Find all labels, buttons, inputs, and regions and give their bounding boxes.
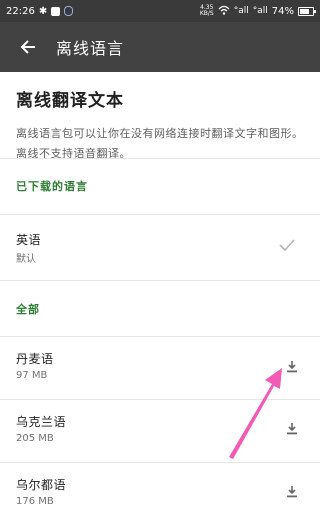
language-name: 英语 — [16, 233, 42, 247]
arrow-back-icon — [20, 40, 35, 54]
status-bar: 22:26 ✱ 4.35 KB/S °all °all 74% — [0, 0, 320, 22]
signal-label-2: °all — [252, 6, 268, 16]
language-size: 205 MB — [16, 433, 54, 444]
language-name: 丹麦语 — [16, 352, 54, 366]
language-size: 176 MB — [16, 496, 54, 507]
language-name: 乌尔都语 — [16, 478, 67, 492]
back-button[interactable] — [0, 22, 56, 72]
download-icon[interactable] — [286, 422, 298, 435]
language-row-english[interactable]: 英语 默认 — [0, 215, 320, 279]
language-name: 乌克兰语 — [16, 415, 67, 429]
sync-icon — [64, 6, 74, 16]
language-row-ukrainian[interactable]: 乌克兰语 205 MB — [0, 400, 320, 462]
bluetooth-icon: ✱ — [38, 5, 48, 17]
language-row-urdu[interactable]: 乌尔都语 176 MB — [0, 463, 320, 527]
language-size: 97 MB — [16, 370, 48, 381]
checkmark-icon — [279, 239, 295, 251]
net-speed-unit: KB/S — [199, 10, 214, 17]
divider — [0, 280, 320, 281]
battery-icon — [298, 6, 316, 16]
content-area: 离线翻译文本 离线语言包可以让你在没有网络连接时翻译文字和图形。离线不支持语音翻… — [0, 72, 320, 527]
download-icon[interactable] — [286, 485, 298, 498]
section-label-downloaded: 已下载的语言 — [16, 180, 88, 193]
download-icon[interactable] — [286, 360, 298, 373]
page-title: 离线翻译文本 — [16, 91, 124, 111]
net-speed: 4.35 KB/S — [200, 5, 214, 17]
app-bar: 离线语言 — [0, 22, 320, 72]
status-time: 22:26 — [6, 5, 35, 17]
app-badge-icon — [51, 6, 61, 16]
app-bar-title: 离线语言 — [56, 39, 125, 58]
wifi-icon — [218, 5, 230, 18]
language-row-danish[interactable]: 丹麦语 97 MB — [0, 337, 320, 399]
divider — [0, 158, 320, 159]
section-label-all: 全部 — [16, 303, 40, 316]
battery-percent: 74% — [271, 5, 294, 17]
language-default-label: 默认 — [16, 254, 36, 265]
signal-label-1: °all — [233, 6, 249, 16]
